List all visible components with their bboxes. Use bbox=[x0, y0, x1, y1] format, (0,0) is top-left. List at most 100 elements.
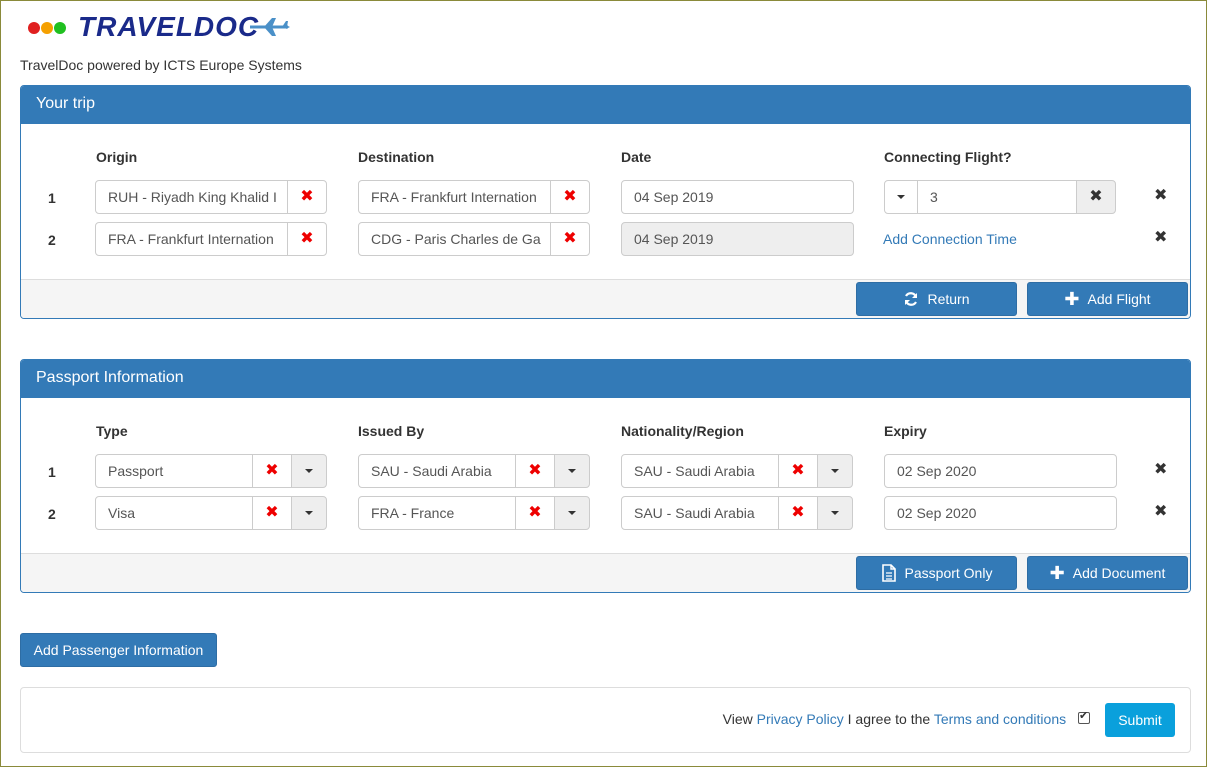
issued-by-input[interactable]: FRA - France bbox=[358, 496, 516, 530]
date-header: Date bbox=[621, 149, 652, 165]
type-dropdown-toggle[interactable] bbox=[291, 454, 327, 488]
issued-by-input[interactable]: SAU - Saudi Arabia bbox=[358, 454, 516, 488]
add-flight-label: Add Flight bbox=[1087, 291, 1151, 307]
clear-nationality-button[interactable]: ✖ bbox=[778, 454, 818, 488]
trip-panel: Your trip Origin Destination Date Connec… bbox=[20, 85, 1191, 319]
powered-by-text: TravelDoc powered by ICTS Europe Systems bbox=[20, 57, 302, 73]
trip-row-number: 2 bbox=[48, 232, 56, 248]
issued-by-dropdown-toggle[interactable] bbox=[554, 496, 590, 530]
refresh-icon bbox=[905, 292, 918, 306]
close-icon: ✖ bbox=[791, 462, 805, 479]
destination-header: Destination bbox=[358, 149, 435, 165]
date-input[interactable]: 04 Sep 2019 bbox=[621, 180, 854, 214]
logo-red-dot bbox=[28, 22, 40, 34]
type-dropdown-toggle[interactable] bbox=[291, 496, 327, 530]
connecting-input[interactable]: 3 bbox=[917, 180, 1077, 214]
type-input[interactable]: Visa bbox=[95, 496, 253, 530]
plus-icon: ✚ bbox=[1049, 563, 1065, 583]
expiry-input[interactable]: 02 Sep 2020 bbox=[884, 496, 1117, 530]
caret-down-icon bbox=[568, 511, 576, 515]
plus-icon: ✚ bbox=[1064, 289, 1080, 309]
connecting-dropdown-toggle[interactable] bbox=[884, 180, 918, 214]
caret-down-icon bbox=[897, 195, 905, 199]
agreement-text: View Privacy Policy I agree to the Terms… bbox=[722, 709, 1090, 727]
expiry-input[interactable]: 02 Sep 2020 bbox=[884, 454, 1117, 488]
trip-panel-title: Your trip bbox=[21, 86, 1190, 124]
origin-input[interactable]: RUH - Riyadh King Khalid I bbox=[95, 180, 288, 214]
caret-down-icon bbox=[831, 511, 839, 515]
add-connection-time-link[interactable]: Add Connection Time bbox=[883, 231, 1017, 247]
clear-origin-button[interactable]: ✖ bbox=[287, 222, 327, 256]
close-icon: ✖ bbox=[300, 230, 314, 247]
terms-link[interactable]: Terms and conditions bbox=[934, 711, 1066, 727]
clear-issued-by-button[interactable]: ✖ bbox=[515, 454, 555, 488]
remove-flight-button[interactable]: ✖ bbox=[1154, 188, 1167, 204]
caret-down-icon bbox=[305, 511, 313, 515]
date-input-disabled: 04 Sep 2019 bbox=[621, 222, 854, 256]
nationality-dropdown-toggle[interactable] bbox=[817, 496, 853, 530]
type-input[interactable]: Passport bbox=[95, 454, 253, 488]
type-header: Type bbox=[96, 423, 128, 439]
remove-document-button[interactable]: ✖ bbox=[1154, 462, 1167, 478]
nationality-header: Nationality/Region bbox=[621, 423, 744, 439]
add-passenger-information-button[interactable]: Add Passenger Information bbox=[20, 633, 217, 667]
destination-input[interactable]: CDG - Paris Charles de Ga bbox=[358, 222, 551, 256]
origin-input[interactable]: FRA - Frankfurt Internation bbox=[95, 222, 288, 256]
submit-button[interactable]: Submit bbox=[1105, 703, 1175, 737]
remove-document-button[interactable]: ✖ bbox=[1154, 504, 1167, 520]
close-icon: ✖ bbox=[791, 504, 805, 521]
clear-origin-button[interactable]: ✖ bbox=[287, 180, 327, 214]
passport-panel-footer: Passport Only ✚ Add Document bbox=[21, 553, 1190, 592]
trip-row-number: 1 bbox=[48, 190, 56, 206]
close-icon: ✖ bbox=[563, 230, 577, 247]
close-icon: ✖ bbox=[265, 504, 279, 521]
origin-header: Origin bbox=[96, 149, 138, 165]
close-icon: ✖ bbox=[265, 462, 279, 479]
passport-row-number: 2 bbox=[48, 506, 56, 522]
passport-only-button[interactable]: Passport Only bbox=[856, 556, 1017, 590]
issued-by-dropdown-toggle[interactable] bbox=[554, 454, 590, 488]
passport-panel-title: Passport Information bbox=[21, 360, 1190, 398]
nationality-dropdown-toggle[interactable] bbox=[817, 454, 853, 488]
view-text: View bbox=[722, 711, 753, 727]
airplane-icon bbox=[250, 18, 290, 36]
passport-row-number: 1 bbox=[48, 464, 56, 480]
connecting-header: Connecting Flight? bbox=[884, 149, 1012, 165]
issued-by-header: Issued By bbox=[358, 423, 425, 439]
destination-input[interactable]: FRA - Frankfurt Internation bbox=[358, 180, 551, 214]
logo-orange-dot bbox=[41, 22, 53, 34]
logo-green-dot bbox=[54, 22, 66, 34]
privacy-policy-link[interactable]: Privacy Policy bbox=[757, 711, 844, 727]
remove-flight-button[interactable]: ✖ bbox=[1154, 230, 1167, 246]
document-icon bbox=[881, 564, 896, 582]
close-icon: ✖ bbox=[563, 188, 577, 205]
clear-connecting-button[interactable]: ✖ bbox=[1076, 180, 1116, 214]
clear-type-button[interactable]: ✖ bbox=[252, 454, 292, 488]
return-label: Return bbox=[927, 291, 970, 307]
return-button[interactable]: Return bbox=[856, 282, 1017, 316]
add-document-button[interactable]: ✚ Add Document bbox=[1027, 556, 1188, 590]
expiry-header: Expiry bbox=[884, 423, 927, 439]
add-flight-button[interactable]: ✚ Add Flight bbox=[1027, 282, 1188, 316]
clear-issued-by-button[interactable]: ✖ bbox=[515, 496, 555, 530]
clear-nationality-button[interactable]: ✖ bbox=[778, 496, 818, 530]
clear-type-button[interactable]: ✖ bbox=[252, 496, 292, 530]
logo-text: TRAVELDOC bbox=[78, 11, 260, 42]
close-icon: ✖ bbox=[528, 504, 542, 521]
nationality-input[interactable]: SAU - Saudi Arabia bbox=[621, 454, 779, 488]
clear-destination-button[interactable]: ✖ bbox=[550, 180, 590, 214]
trip-panel-footer: Return ✚ Add Flight bbox=[21, 279, 1190, 318]
clear-destination-button[interactable]: ✖ bbox=[550, 222, 590, 256]
nationality-input[interactable]: SAU - Saudi Arabia bbox=[621, 496, 779, 530]
caret-down-icon bbox=[831, 469, 839, 473]
close-icon: ✖ bbox=[300, 188, 314, 205]
close-icon: ✖ bbox=[528, 462, 542, 479]
close-icon: ✖ bbox=[1089, 188, 1103, 205]
passport-panel: Passport Information Type Issued By Nati… bbox=[20, 359, 1191, 593]
agree-text: I agree to the bbox=[847, 711, 931, 727]
add-document-label: Add Document bbox=[1072, 565, 1166, 581]
passport-only-label: Passport Only bbox=[904, 565, 993, 581]
caret-down-icon bbox=[568, 469, 576, 473]
agree-checkbox[interactable] bbox=[1078, 709, 1090, 724]
agreement-footer: View Privacy Policy I agree to the Terms… bbox=[20, 687, 1191, 753]
